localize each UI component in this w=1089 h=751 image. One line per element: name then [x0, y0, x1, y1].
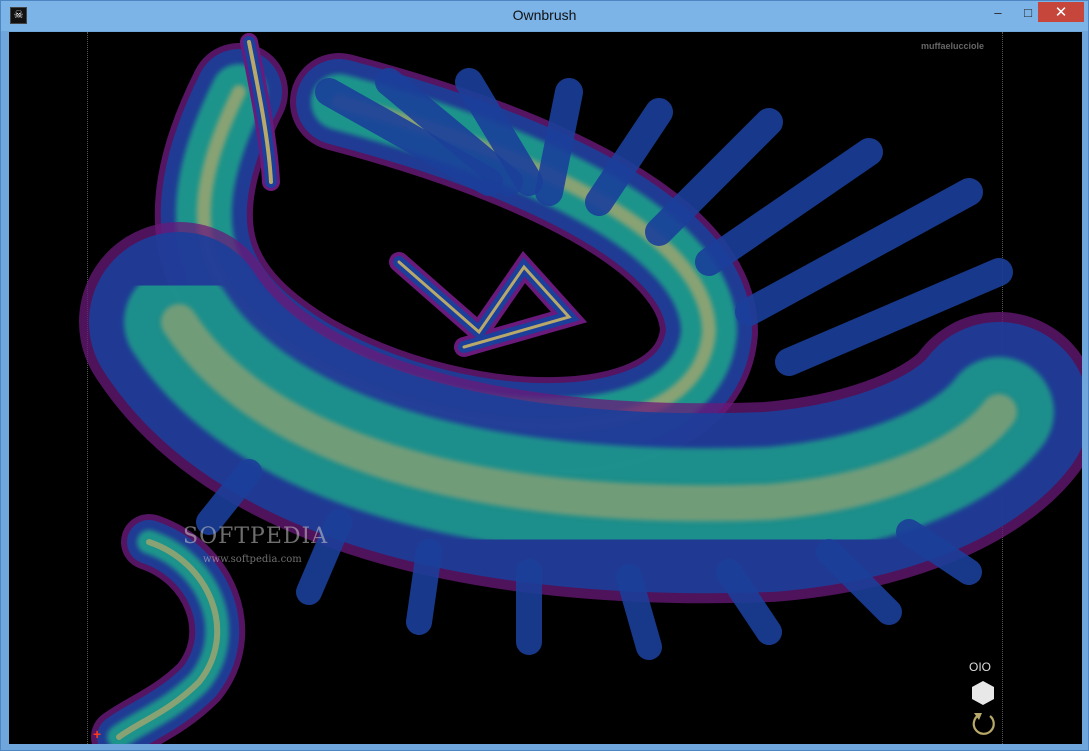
window-title: Ownbrush	[512, 7, 577, 23]
drawing-canvas[interactable]: muffaelucciole SOFTPEDIA www.softpedia.c…	[9, 32, 1082, 744]
author-tag: muffaelucciole	[921, 41, 985, 51]
softpedia-watermark: SOFTPEDIA	[183, 524, 329, 549]
mirror-toggle[interactable]: OIO	[969, 660, 991, 674]
minimize-button[interactable]: –	[981, 2, 1015, 22]
undo-icon[interactable]	[971, 710, 997, 736]
app-window: ☠ Ownbrush – □ ✕ muffaelucciole SOFTPEDI…	[0, 0, 1089, 751]
close-button[interactable]: ✕	[1038, 2, 1084, 22]
crosshair-cursor: +	[93, 726, 102, 742]
brush-artwork	[79, 33, 1082, 744]
title-bar[interactable]: ☠ Ownbrush – □ ✕	[1, 1, 1088, 31]
hexagon-icon[interactable]	[971, 680, 995, 706]
softpedia-url: www.softpedia.com	[203, 554, 302, 565]
